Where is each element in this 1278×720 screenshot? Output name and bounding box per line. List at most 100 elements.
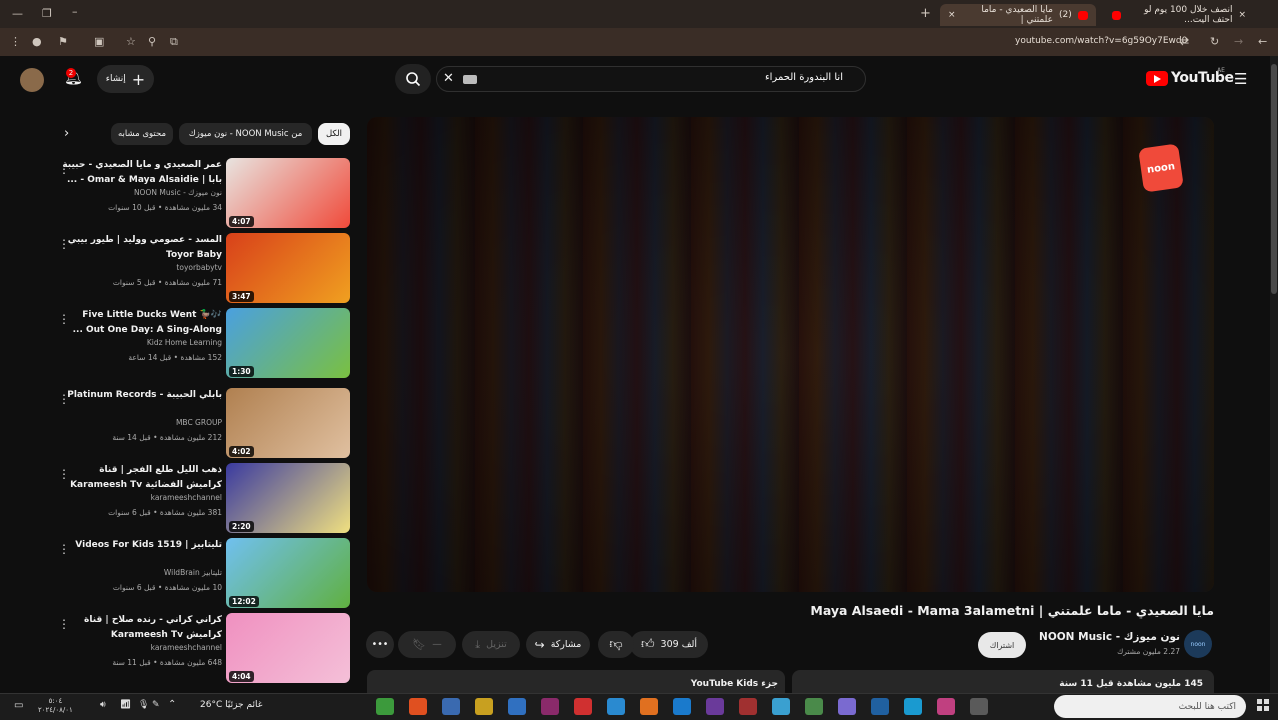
recommendation-title[interactable]: بابلي الحبيبة - Platinum Records [62, 388, 222, 403]
list-item[interactable]: 3:47 المسد - عصومي ووليد | طيور بيبي Toyo… [54, 233, 354, 305]
taskbar-search-input[interactable]: اكتب هنا للبحث [1054, 695, 1246, 718]
recommendation-channel[interactable]: تليتابيز WildBrain [164, 568, 222, 577]
taskbar-app-icon[interactable] [706, 698, 724, 715]
taskbar-app-icon[interactable] [772, 698, 790, 715]
list-item[interactable]: 4:07 عمر الصعيدي و مايا الصعيدي - حبيبة ب… [54, 158, 354, 230]
chip-from-channel[interactable]: من NOON Music - نون ميوزك [179, 123, 312, 145]
zoom-icon[interactable]: ⚲ [148, 35, 156, 48]
recommendation-channel[interactable]: MBC GROUP [176, 418, 222, 427]
keyboard-icon[interactable] [463, 75, 477, 84]
list-item[interactable]: 4:02 بابلي الحبيبة - Platinum Records MBC … [54, 388, 354, 460]
url-field[interactable]: youtube.com/watch?v=6g59Oy7Ewd0 [1015, 36, 1187, 46]
windows-start-icon[interactable] [1257, 699, 1269, 711]
taskbar-app-icon[interactable] [904, 698, 922, 715]
tab-close-icon[interactable]: × [948, 10, 956, 20]
taskbar-app-icon[interactable] [409, 698, 427, 715]
chevron-right-icon[interactable]: › [64, 126, 69, 141]
taskbar-app-icon[interactable] [838, 698, 856, 715]
recommendation-channel[interactable]: karameeshchannel [151, 493, 222, 502]
tab-current[interactable]: (2) مايا الصعيدي - ماما علمتني | × [940, 4, 1096, 26]
search-button[interactable] [395, 64, 431, 94]
taskbar-app-icon[interactable] [376, 698, 394, 715]
microphone-icon[interactable]: 🎙︎ [138, 700, 149, 710]
more-vert-icon[interactable]: ⋮ [58, 162, 70, 176]
taskbar-app-icon[interactable] [475, 698, 493, 715]
back-icon[interactable]: ← [1258, 35, 1267, 48]
recommendation-channel[interactable]: toyorbabytv [176, 263, 222, 272]
taskbar-app-icon[interactable] [937, 698, 955, 715]
recommendation-channel[interactable]: Kidz Home Learning [147, 338, 222, 347]
forward-icon[interactable]: → [1234, 35, 1243, 48]
taskbar-app-icon[interactable] [871, 698, 889, 715]
taskbar-app-icon[interactable] [541, 698, 559, 715]
recommendation-title[interactable]: ذهب الليل طلع الفجر | قناة كراميش الفضائ… [62, 463, 222, 493]
recommendation-channel[interactable]: نون ميوزك - NOON Music [134, 188, 222, 197]
search-input[interactable]: ✕ انا البندورة الحمراء [436, 66, 866, 92]
tray-chevron-up-icon[interactable]: ⌃ [168, 699, 176, 710]
notifications-icon[interactable]: ▭ [14, 700, 23, 711]
avatar[interactable] [20, 68, 44, 92]
channel-name[interactable]: نون ميوزك - NOON Music [1039, 631, 1180, 643]
reload-icon[interactable]: ↻ [1210, 35, 1219, 48]
minimize-icon[interactable]: — [12, 7, 23, 20]
taskbar-app-icon[interactable] [970, 698, 988, 715]
list-item[interactable]: 2:20 ذهب الليل طلع الفجر | قناة كراميش ال… [54, 463, 354, 535]
more-vert-icon[interactable]: ⋮ [58, 467, 70, 481]
recommendation-title[interactable]: 🎶🦆 Five Little Ducks Went Out One Day: A… [62, 308, 222, 338]
list-item[interactable]: 4:04 كراني كراني - رنده صلاح | قناة كرامي… [54, 613, 354, 685]
video-player[interactable] [367, 117, 1214, 592]
dislike-button[interactable]: 👎︎ [598, 631, 634, 658]
more-vert-icon[interactable]: ⋮ [58, 617, 70, 631]
share-button[interactable]: ↪ مشاركة [526, 631, 590, 658]
taskbar-clock[interactable]: ٥:٠٤ ٢٠٢٤/٠٨/٠١ [38, 697, 73, 715]
install-app-icon[interactable]: ⧉ [170, 35, 178, 49]
hamburger-menu-icon[interactable]: ☰ [1234, 70, 1247, 88]
save-button[interactable]: 🔖︎ — [398, 631, 456, 658]
more-vert-icon[interactable]: ⋮ [58, 542, 70, 556]
chip-related[interactable]: محتوى مشابه [111, 123, 173, 145]
close-window-icon[interactable]: – [72, 5, 78, 18]
recommendation-title[interactable]: المسد - عصومي ووليد | طيور بيبي Toyor Ba… [62, 233, 222, 263]
tab-close-icon[interactable]: × [1238, 10, 1246, 20]
clear-search-icon[interactable]: ✕ [443, 71, 454, 86]
menu-dots-icon[interactable]: ⋮ [10, 35, 21, 48]
bookmark-star-icon[interactable]: ☆ [126, 35, 136, 48]
tab-other[interactable]: × انصف خلال 100 يوم لو احتف اليت... [1104, 4, 1254, 26]
recommendation-channel[interactable]: karameeshchannel [151, 643, 222, 652]
speaker-icon[interactable]: 🔊︎ [100, 700, 106, 710]
download-button[interactable]: ⤓ تنزيل [462, 631, 520, 658]
taskbar-app-icon[interactable] [673, 698, 691, 715]
taskbar-app-icon[interactable] [607, 698, 625, 715]
like-button[interactable]: 👍︎ 309 ألف [630, 631, 708, 658]
extensions-icon[interactable]: ⚑ [58, 35, 68, 48]
list-item[interactable]: 12:02 تليتابيز | Videos For Kids 1519 تليت… [54, 538, 354, 610]
create-button[interactable]: إنشاء + [97, 65, 154, 93]
taskbar-app-icon[interactable] [508, 698, 526, 715]
channel-avatar[interactable]: noon [1184, 630, 1212, 658]
site-settings-icon[interactable]: ⇄ [1180, 35, 1189, 48]
more-vert-icon[interactable]: ⋮ [58, 237, 70, 251]
wifi-icon[interactable]: 📶︎ [120, 700, 131, 710]
taskbar-app-icon[interactable] [574, 698, 592, 715]
notification-badge: 2 [66, 68, 76, 78]
new-tab-icon[interactable]: + [920, 6, 931, 21]
taskbar-app-icon[interactable] [640, 698, 658, 715]
recommendation-title[interactable]: عمر الصعيدي و مايا الصعيدي - حبيبة بابا … [62, 158, 222, 188]
pen-icon[interactable]: ✎ [152, 700, 160, 710]
profile-icon[interactable]: ● [32, 35, 42, 48]
chip-all[interactable]: الكل [318, 123, 350, 145]
taskbar-app-icon[interactable] [442, 698, 460, 715]
more-actions-button[interactable]: ••• [366, 631, 394, 658]
recommendation-title[interactable]: تليتابيز | Videos For Kids 1519 [62, 538, 222, 553]
sidebar-icon[interactable]: ▣ [94, 35, 104, 48]
subscribe-button[interactable]: اشتراك [978, 632, 1026, 658]
taskbar-app-icon[interactable] [739, 698, 757, 715]
restore-icon[interactable]: ❐ [42, 7, 52, 20]
more-vert-icon[interactable]: ⋮ [58, 392, 70, 406]
more-vert-icon[interactable]: ⋮ [58, 312, 70, 326]
list-item[interactable]: 1:30 🎶🦆 Five Little Ducks Went Out One Da… [54, 308, 354, 380]
taskbar-app-icon[interactable] [805, 698, 823, 715]
scrollbar-thumb[interactable] [1271, 64, 1277, 294]
recommendation-title[interactable]: كراني كراني - رنده صلاح | قناة كراميش Ka… [62, 613, 222, 643]
weather-widget[interactable]: 26°C غائم جزئيًا [200, 700, 262, 710]
